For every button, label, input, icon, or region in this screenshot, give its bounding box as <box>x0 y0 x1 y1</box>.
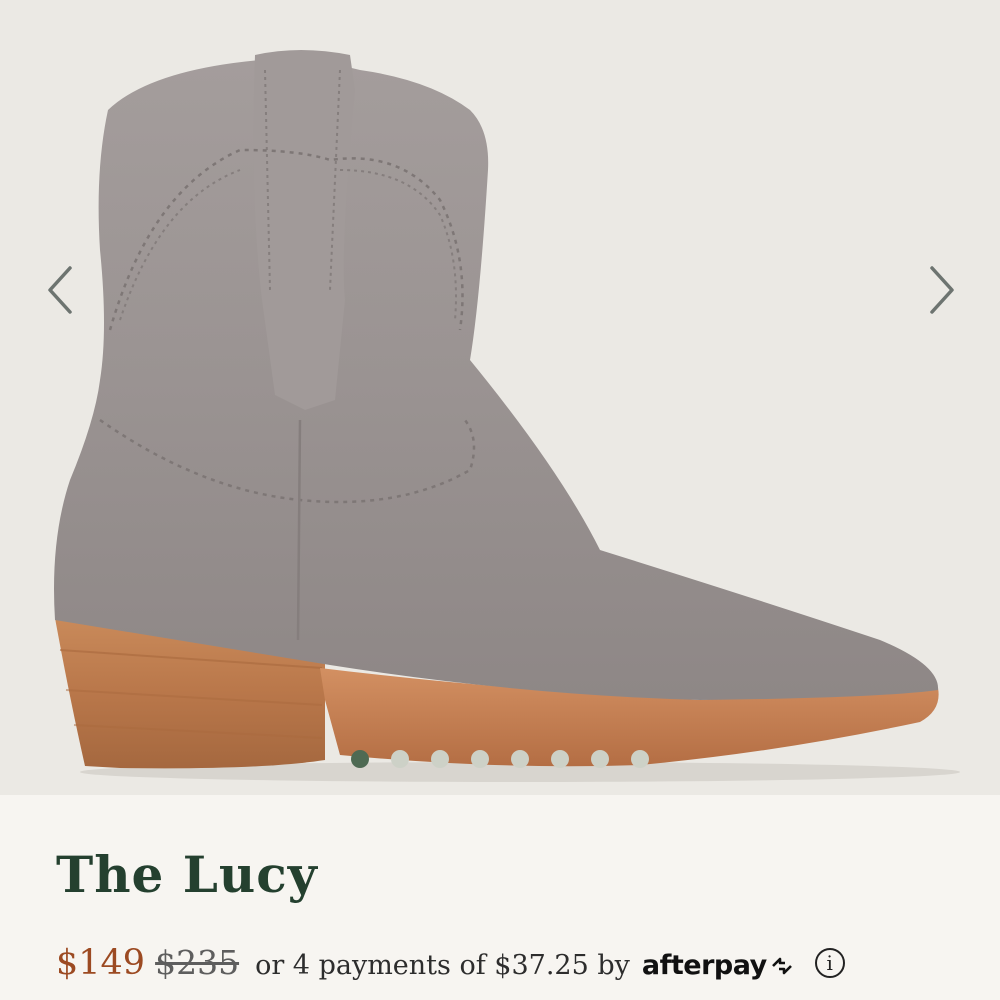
info-icon[interactable]: i <box>814 948 845 978</box>
chevron-left-icon <box>48 266 72 314</box>
chevron-right-icon <box>930 266 954 314</box>
afterpay-arrows-icon <box>771 957 792 974</box>
sale-price: $149 <box>56 943 146 983</box>
carousel-dot[interactable] <box>551 750 569 768</box>
carousel-dot[interactable] <box>631 750 649 768</box>
carousel-dot[interactable] <box>431 750 449 768</box>
installment-text: or 4 payments of $37.25 by <box>255 950 630 981</box>
product-image <box>54 50 960 782</box>
previous-image-button[interactable] <box>30 260 90 320</box>
product-image-gallery[interactable] <box>0 0 1000 795</box>
carousel-dot[interactable] <box>391 750 409 768</box>
price-row: $149 $235 or 4 payments of $37.25 by aft… <box>56 943 845 983</box>
carousel-dot[interactable] <box>351 750 369 768</box>
next-image-button[interactable] <box>912 260 972 320</box>
carousel-pagination <box>0 750 1000 768</box>
product-info: The Lucy $149 $235 or 4 payments of $37.… <box>0 795 1000 1000</box>
product-title: The Lucy <box>56 845 318 904</box>
carousel-dot[interactable] <box>511 750 529 768</box>
carousel-dot[interactable] <box>471 750 489 768</box>
original-price: $235 <box>155 943 240 982</box>
afterpay-wordmark: afterpay <box>641 950 767 981</box>
afterpay-logo: afterpay <box>642 950 795 981</box>
carousel-dot[interactable] <box>591 750 609 768</box>
